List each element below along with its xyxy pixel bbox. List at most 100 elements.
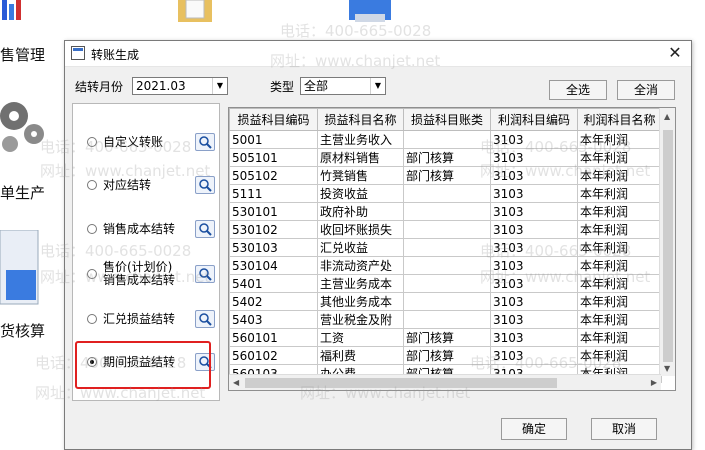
table-cell[interactable]: 本年利润	[577, 292, 662, 311]
table-row[interactable]: 505102 竹凳销售 部门核算 3103 本年利润	[229, 166, 662, 185]
table-cell[interactable]: 主营业务成本	[317, 274, 404, 293]
table-cell[interactable]: 3103	[490, 256, 578, 275]
table-row[interactable]: 530103 汇兑收益 3103 本年利润	[229, 238, 662, 257]
table-cell[interactable]: 部门核算	[403, 166, 491, 185]
desktop-label-production[interactable]: 单生产	[0, 182, 45, 203]
table-cell[interactable]: 3103	[490, 130, 578, 149]
month-select[interactable]: 2021.03 ▼	[132, 77, 228, 95]
table-cell[interactable]: 本年利润	[577, 238, 662, 257]
scroll-left-icon[interactable]: ◀	[233, 378, 239, 387]
scroll-up-icon[interactable]: ▲	[664, 112, 670, 121]
table-cell[interactable]: 3103	[490, 328, 578, 347]
table-cell[interactable]: 部门核算	[403, 346, 491, 365]
radio-custom-transfer[interactable]	[87, 137, 97, 147]
radio-planned-price-cost-transfer[interactable]	[87, 269, 97, 279]
table-row[interactable]: 530102 收回坏账损失 3103 本年利润	[229, 220, 662, 239]
table-cell[interactable]	[403, 238, 491, 257]
table-cell[interactable]: 560102	[229, 346, 318, 365]
table-cell[interactable]: 部门核算	[403, 148, 491, 167]
column-header[interactable]: 损益科目编码	[229, 108, 318, 131]
document-icon[interactable]	[0, 229, 44, 308]
table-cell[interactable]: 主营业务收入	[317, 130, 404, 149]
table-cell[interactable]: 竹凳销售	[317, 166, 404, 185]
transfer-grid[interactable]: 损益科目编码 损益科目名称 损益科目账类 利润科目编码 利润科目名称 5001 主…	[228, 107, 676, 391]
table-cell[interactable]	[403, 130, 491, 149]
table-cell[interactable]	[403, 256, 491, 275]
table-cell[interactable]: 福利费	[317, 346, 404, 365]
table-cell[interactable]: 560101	[229, 328, 318, 347]
table-cell[interactable]: 3103	[490, 310, 578, 329]
table-cell[interactable]: 本年利润	[577, 184, 662, 203]
table-cell[interactable]: 3103	[490, 148, 578, 167]
table-cell[interactable]: 本年利润	[577, 274, 662, 293]
clear-all-button[interactable]: 全消	[617, 80, 675, 100]
table-row[interactable]: 505101 原材料销售 部门核算 3103 本年利润	[229, 148, 662, 167]
table-cell[interactable]: 505102	[229, 166, 318, 185]
computer-icon[interactable]	[345, 0, 395, 24]
table-cell[interactable]: 530104	[229, 256, 318, 275]
table-cell[interactable]: 3103	[490, 238, 578, 257]
table-row[interactable]: 5111 投资收益 3103 本年利润	[229, 184, 662, 203]
table-cell[interactable]: 原材料销售	[317, 148, 404, 167]
table-cell[interactable]: 本年利润	[577, 202, 662, 221]
horizontal-scroll-thumb[interactable]	[245, 378, 557, 388]
table-cell[interactable]	[403, 274, 491, 293]
table-cell[interactable]: 3103	[490, 166, 578, 185]
chevron-down-icon[interactable]: ▼	[370, 78, 385, 94]
chevron-down-icon[interactable]: ▼	[212, 78, 227, 94]
table-cell[interactable]: 5401	[229, 274, 318, 293]
table-cell[interactable]: 本年利润	[577, 220, 662, 239]
table-cell[interactable]: 3103	[490, 292, 578, 311]
horizontal-scrollbar[interactable]: ◀ ▶	[229, 374, 661, 390]
column-header[interactable]: 利润科目编码	[490, 108, 578, 131]
table-cell[interactable]: 3103	[490, 274, 578, 293]
table-cell[interactable]: 本年利润	[577, 328, 662, 347]
folder-icon[interactable]	[178, 0, 214, 22]
column-header[interactable]: 利润科目名称	[577, 108, 662, 131]
option-matching-transfer[interactable]: 对应结转	[83, 171, 215, 205]
table-cell[interactable]: 营业税金及附	[317, 310, 404, 329]
table-cell[interactable]: 3103	[490, 202, 578, 221]
table-cell[interactable]: 3103	[490, 184, 578, 203]
table-row[interactable]: 5401 主营业务成本 3103 本年利润	[229, 274, 662, 293]
table-cell[interactable]: 本年利润	[577, 166, 662, 185]
scroll-right-icon[interactable]: ▶	[651, 378, 657, 387]
table-cell[interactable]: 505101	[229, 148, 318, 167]
table-row[interactable]: 560102 福利费 部门核算 3103 本年利润	[229, 346, 662, 365]
confirm-button[interactable]: 确定	[501, 418, 567, 440]
table-cell[interactable]: 5403	[229, 310, 318, 329]
table-cell[interactable]: 收回坏账损失	[317, 220, 404, 239]
table-row[interactable]: 5403 营业税金及附 3103 本年利润	[229, 310, 662, 329]
search-icon[interactable]	[195, 133, 215, 151]
radio-exchange-gain-transfer[interactable]	[87, 314, 97, 324]
table-cell[interactable]	[403, 202, 491, 221]
desktop-label-inventory[interactable]: 货核算	[0, 320, 45, 341]
table-row[interactable]: 5402 其他业务成本 3103 本年利润	[229, 292, 662, 311]
dialog-titlebar[interactable]: 转账生成 ✕	[65, 41, 691, 67]
table-cell[interactable]: 530101	[229, 202, 318, 221]
table-cell[interactable]: 本年利润	[577, 148, 662, 167]
option-exchange-gain-transfer[interactable]: 汇兑损益结转	[83, 305, 215, 339]
search-icon[interactable]	[195, 220, 215, 238]
table-cell[interactable]	[403, 184, 491, 203]
vertical-scroll-thumb[interactable]	[663, 130, 673, 362]
app-icon-sales[interactable]	[0, 0, 22, 22]
table-cell[interactable]: 3103	[490, 346, 578, 365]
table-cell[interactable]: 5001	[229, 130, 318, 149]
table-row[interactable]: 530104 非流动资产处 3103 本年利润	[229, 256, 662, 275]
option-sales-cost-transfer[interactable]: 销售成本结转	[83, 215, 215, 249]
table-cell[interactable]: 5111	[229, 184, 318, 203]
close-button[interactable]: ✕	[665, 43, 685, 63]
type-select[interactable]: 全部 ▼	[300, 77, 386, 95]
table-cell[interactable]: 本年利润	[577, 130, 662, 149]
table-cell[interactable]	[403, 310, 491, 329]
radio-matching-transfer[interactable]	[87, 180, 97, 190]
table-cell[interactable]: 本年利润	[577, 346, 662, 365]
search-icon[interactable]	[195, 176, 215, 194]
table-cell[interactable]: 3103	[490, 220, 578, 239]
select-all-button[interactable]: 全选	[549, 80, 607, 100]
column-header[interactable]: 损益科目名称	[317, 108, 404, 131]
scroll-down-icon[interactable]: ▼	[664, 364, 670, 373]
table-cell[interactable]: 本年利润	[577, 310, 662, 329]
radio-sales-cost-transfer[interactable]	[87, 224, 97, 234]
